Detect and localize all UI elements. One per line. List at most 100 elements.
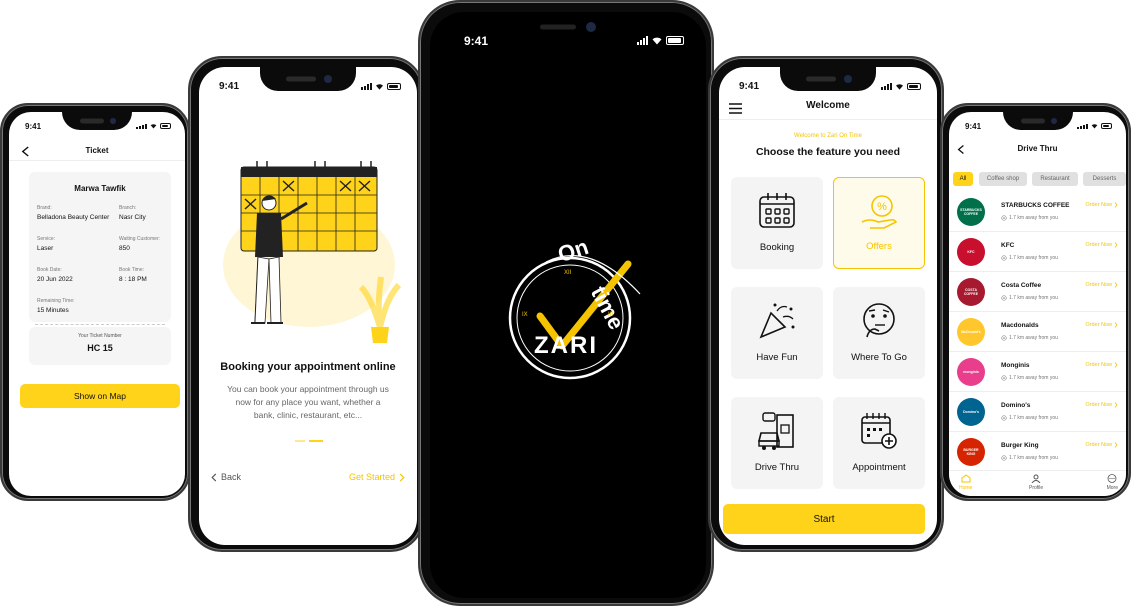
restaurant-row[interactable]: BURGER KING Burger King 1.7 km away from y… bbox=[949, 432, 1126, 472]
onboarding-body: You can book your appointment through us… bbox=[227, 384, 389, 420]
order-now-label: Order Now bbox=[1085, 402, 1112, 408]
order-now-link[interactable]: Order Now bbox=[1085, 322, 1118, 328]
ticket-screen: 9:41 Ticket Marwa Tawfik Brand: Belladon… bbox=[9, 112, 185, 496]
restaurant-logo-text: KFC bbox=[967, 250, 975, 254]
chip-desserts[interactable]: Desserts bbox=[1083, 172, 1126, 186]
feature-have-fun-label: Have Fun bbox=[756, 352, 798, 363]
order-now-link[interactable]: Order Now bbox=[1085, 362, 1118, 368]
phone-ticket: 9:41 Ticket Marwa Tawfik Brand: Belladon… bbox=[0, 103, 190, 501]
status-time: 9:41 bbox=[739, 81, 760, 92]
welcome-screen: 9:41 Welcome Welcome to Zari On Time Cho… bbox=[719, 67, 937, 545]
status-icons bbox=[136, 123, 171, 129]
location-pin-icon bbox=[1001, 255, 1007, 261]
feature-offers[interactable]: % Offers bbox=[833, 177, 925, 269]
ticket-number-box: Your Ticket Number HC 15 bbox=[29, 327, 171, 365]
service-value: Laser bbox=[37, 245, 54, 252]
order-now-link[interactable]: Order Now bbox=[1085, 242, 1118, 248]
feature-where-to-go[interactable]: Where To Go bbox=[833, 287, 925, 379]
profile-icon bbox=[1031, 474, 1041, 484]
battery-icon bbox=[160, 123, 171, 129]
book-time-label: Book Time: bbox=[119, 267, 145, 273]
notch bbox=[62, 112, 132, 130]
order-now-link[interactable]: Order Now bbox=[1085, 202, 1118, 208]
order-now-link[interactable]: Order Now bbox=[1085, 282, 1118, 288]
restaurant-name: STARBUCKS COFFEE bbox=[1001, 202, 1070, 209]
get-started-link[interactable]: Get Started bbox=[349, 472, 405, 482]
order-now-label: Order Now bbox=[1085, 242, 1112, 248]
header-divider bbox=[9, 160, 185, 161]
order-now-link[interactable]: Order Now bbox=[1085, 442, 1118, 448]
feature-appointment-label: Appointment bbox=[852, 462, 906, 473]
chip-all[interactable]: All bbox=[953, 172, 973, 186]
chip-restaurant[interactable]: Restaurant bbox=[1032, 172, 1078, 186]
back-link[interactable]: Back bbox=[211, 472, 241, 482]
chip-coffee-shop[interactable]: Coffee shop bbox=[979, 172, 1027, 186]
restaurant-logo: BURGER KING bbox=[957, 438, 985, 466]
ticket-card: Marwa Tawfik Brand: Belladona Beauty Cen… bbox=[29, 172, 171, 322]
wifi-icon bbox=[896, 84, 903, 90]
order-now-link[interactable]: Order Now bbox=[1085, 402, 1118, 408]
start-button[interactable]: Start bbox=[723, 504, 925, 534]
location-pin-icon bbox=[1001, 215, 1007, 221]
restaurant-row[interactable]: Domino's Domino's 1.7 km away from you Orde… bbox=[949, 392, 1126, 432]
show-on-map-button[interactable]: Show on Map bbox=[20, 384, 180, 408]
restaurant-distance: 1.7 km away from you bbox=[1001, 415, 1058, 421]
status-icons bbox=[881, 83, 921, 90]
restaurant-row[interactable]: KFC KFC 1.7 km away from you Order Now bbox=[949, 232, 1126, 272]
nav-profile[interactable]: Profile bbox=[1029, 474, 1043, 491]
order-now-label: Order Now bbox=[1085, 362, 1112, 368]
wifi-icon bbox=[652, 37, 662, 45]
chevron-right-icon bbox=[1114, 402, 1118, 408]
restaurant-logo: McDonald's bbox=[957, 318, 985, 346]
restaurant-distance: 1.7 km away from you bbox=[1001, 375, 1058, 381]
restaurant-logo: STARBUCKS COFFEE bbox=[957, 198, 985, 226]
chevron-left-icon bbox=[211, 472, 217, 482]
chevron-right-icon bbox=[1114, 202, 1118, 208]
party-popper-icon bbox=[759, 303, 795, 339]
onboarding-heading: Booking your appointment online bbox=[220, 361, 396, 373]
signal-icon bbox=[881, 83, 892, 90]
wifi-icon bbox=[150, 124, 157, 129]
onboarding-screen: 9:41 Booking your appointment online You… bbox=[199, 67, 417, 545]
calendar-planning-illustration bbox=[223, 161, 402, 343]
splash-screen: 9:41 On time ZARI XII IX III bbox=[430, 12, 706, 598]
restaurant-logo: KFC bbox=[957, 238, 985, 266]
restaurant-logo-text: monginis bbox=[963, 370, 979, 374]
status-time: 9:41 bbox=[219, 81, 240, 92]
battery-icon bbox=[387, 83, 401, 90]
restaurant-row[interactable]: McDonald's Macdonalds 1.7 km away from you… bbox=[949, 312, 1126, 352]
welcome-subtitle: Welcome to Zari On Time bbox=[794, 133, 862, 139]
feature-appointment[interactable]: Appointment bbox=[833, 397, 925, 489]
battery-icon bbox=[907, 83, 921, 90]
nav-home[interactable]: Home bbox=[959, 474, 972, 491]
signal-icon bbox=[136, 123, 147, 129]
restaurant-row[interactable]: STARBUCKS COFFEE STARBUCKS COFFEE 1.7 km a… bbox=[949, 192, 1126, 232]
brand-value: Belladona Beauty Center bbox=[37, 214, 110, 221]
feature-have-fun[interactable]: Have Fun bbox=[731, 287, 823, 379]
restaurant-distance-text: 1.7 km away from you bbox=[1009, 255, 1058, 261]
restaurant-distance-text: 1.7 km away from you bbox=[1009, 375, 1058, 381]
service-label: Service: bbox=[37, 236, 56, 242]
feature-booking[interactable]: Booking bbox=[731, 177, 823, 269]
drive-thru-icon bbox=[757, 412, 794, 450]
logo-zari-text: ZARI bbox=[534, 332, 598, 359]
drive-thru-screen: 9:41 Drive Thru All Coffee shop Restaura… bbox=[949, 112, 1126, 496]
chevron-right-icon bbox=[1114, 442, 1118, 448]
notch bbox=[260, 67, 356, 91]
restaurant-distance-text: 1.7 km away from you bbox=[1009, 455, 1058, 461]
nav-home-label: Home bbox=[959, 485, 973, 491]
location-pin-icon bbox=[1001, 335, 1007, 341]
restaurant-distance-text: 1.7 km away from you bbox=[1009, 295, 1058, 301]
numeral-iii: III bbox=[608, 312, 614, 318]
location-pin-icon bbox=[1001, 375, 1007, 381]
home-icon bbox=[961, 474, 971, 483]
phone-welcome: 9:41 Welcome Welcome to Zari On Time Cho… bbox=[708, 56, 944, 552]
ticket-title: Ticket bbox=[85, 146, 109, 155]
restaurant-logo-text: STARBUCKS COFFEE bbox=[960, 208, 982, 216]
restaurant-row[interactable]: COSTA COFFEE Costa Coffee 1.7 km away from… bbox=[949, 272, 1126, 312]
nav-more[interactable]: More bbox=[1107, 474, 1118, 491]
restaurant-name: KFC bbox=[1001, 242, 1015, 249]
percent-hand-icon: % bbox=[861, 195, 898, 229]
feature-drive-thru[interactable]: Drive Thru bbox=[731, 397, 823, 489]
restaurant-row[interactable]: monginis Monginis 1.7 km away from you Orde… bbox=[949, 352, 1126, 392]
